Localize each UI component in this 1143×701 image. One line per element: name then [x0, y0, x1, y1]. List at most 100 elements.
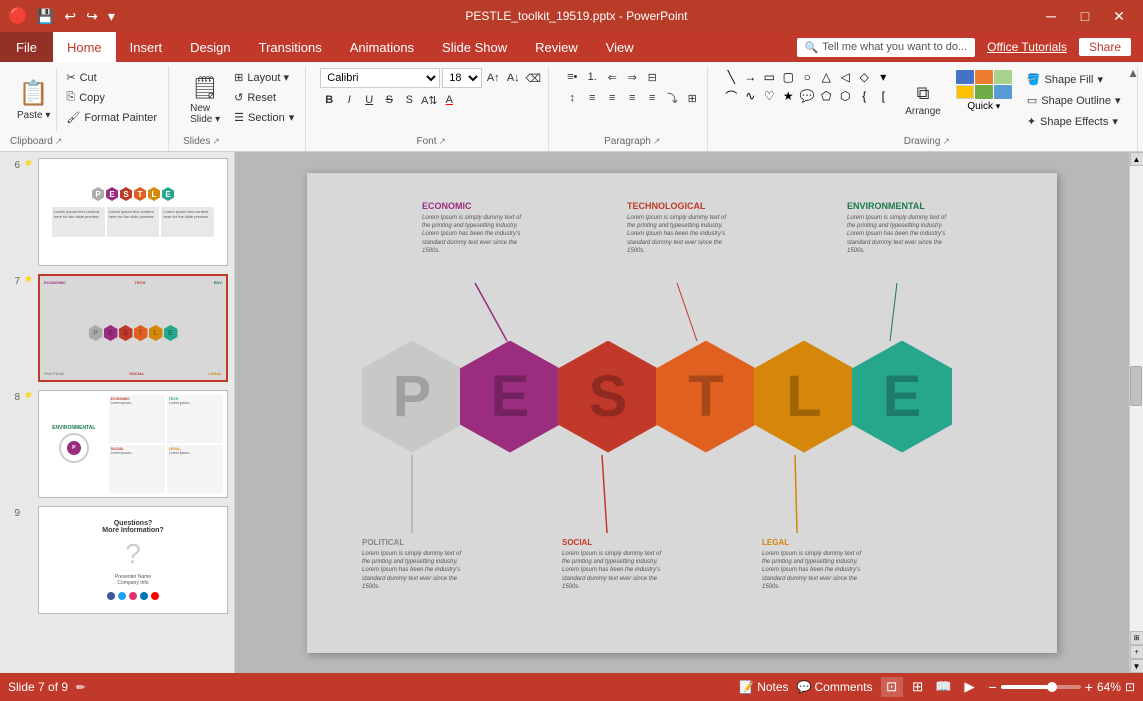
columns-button[interactable]: ⊟	[643, 68, 661, 86]
shape-rounded-rect[interactable]: ▢	[779, 68, 797, 86]
font-size-selector[interactable]: 18	[442, 68, 482, 88]
bold-button[interactable]: B	[320, 91, 338, 109]
shape-fill-button[interactable]: 🪣 Shape Fill ▾	[1020, 70, 1128, 89]
text-direction-button[interactable]: ⤵	[663, 89, 681, 107]
save-button[interactable]: 💾	[34, 6, 57, 27]
ribbon-collapse-button[interactable]: ▲	[1127, 66, 1139, 80]
layout-button[interactable]: ⊞ Layout ▾	[229, 68, 299, 87]
zoom-slider[interactable]	[1001, 685, 1081, 689]
decrease-font-button[interactable]: A↓	[504, 69, 522, 87]
bullets-button[interactable]: ≡•	[563, 68, 581, 86]
align-right-button[interactable]: ≡	[623, 89, 641, 107]
shape-rect[interactable]: ▭	[760, 68, 778, 86]
shape-triangle[interactable]: △	[817, 68, 835, 86]
redo-button[interactable]: ↪	[83, 6, 101, 27]
shape-bracket[interactable]: [	[874, 87, 892, 105]
character-spacing-button[interactable]: A⇅	[420, 91, 438, 109]
minimize-button[interactable]: ─	[1035, 0, 1067, 32]
shape-effects-button[interactable]: ✦ Shape Effects ▾	[1020, 112, 1128, 131]
slide-thumb-6[interactable]: 6 ★ P E S T L E Lorem ipsum text content…	[4, 156, 230, 268]
arrange-button[interactable]: ⧉ Arrange	[898, 68, 948, 132]
tab-view[interactable]: View	[592, 32, 648, 62]
shape-line[interactable]: ╲	[722, 68, 740, 86]
slide-thumb-7[interactable]: 7 ★ P E S T L E	[4, 272, 230, 384]
scroll-thumb[interactable]	[1130, 366, 1142, 406]
tab-home[interactable]: Home	[53, 32, 116, 62]
close-button[interactable]: ✕	[1103, 0, 1135, 32]
shape-diamond[interactable]: ◇	[855, 68, 873, 86]
shape-brace[interactable]: {	[855, 87, 873, 105]
italic-button[interactable]: I	[340, 91, 358, 109]
clear-format-button[interactable]: ⌫	[524, 69, 542, 87]
cut-button[interactable]: ✂ Cut	[61, 68, 162, 87]
share-button[interactable]: Share	[1079, 38, 1131, 56]
line-spacing-button[interactable]: ↕	[563, 89, 581, 107]
copy-button[interactable]: ⎘ Copy	[61, 88, 162, 107]
shape-freeform[interactable]: ∿	[741, 87, 759, 105]
convert-to-smart-art-button[interactable]: ⊞	[683, 89, 701, 107]
shape-oval[interactable]: ○	[798, 68, 816, 86]
paragraph-expand-icon[interactable]: ↗	[653, 136, 661, 147]
slide-canvas[interactable]: ECONOMIC Lorem Ipsum is simply dummy tex…	[307, 173, 1057, 653]
slide-thumb-8[interactable]: 8 ★ ENVIRONMENTAL P ECONOMICLorem ipsum.…	[4, 388, 230, 500]
zoom-out-button[interactable]: −	[989, 679, 997, 695]
comments-button[interactable]: 💬 Comments	[797, 680, 873, 694]
shape-star[interactable]: ★	[779, 87, 797, 105]
tab-animations[interactable]: Animations	[336, 32, 428, 62]
tab-review[interactable]: Review	[521, 32, 592, 62]
maximize-button[interactable]: □	[1069, 0, 1101, 32]
tell-me-input[interactable]: 🔍 Tell me what you want to do...	[797, 38, 976, 57]
reset-button[interactable]: ↺ Reset	[229, 88, 299, 107]
slide-sorter-button[interactable]: ⊞	[907, 677, 929, 697]
drawing-expand-icon[interactable]: ↗	[942, 136, 950, 147]
slide-thumb-9[interactable]: 9 Questions?More Information? ? Presente…	[4, 504, 230, 616]
slideshow-button[interactable]: ▶	[959, 677, 981, 697]
strikethrough-button[interactable]: S	[380, 91, 398, 109]
shape-hexagon[interactable]: ⬡	[836, 87, 854, 105]
underline-button[interactable]: U	[360, 91, 378, 109]
scroll-track[interactable]	[1130, 166, 1143, 631]
decrease-indent-button[interactable]: ⇐	[603, 68, 621, 86]
normal-view-button[interactable]: ⊡	[881, 677, 903, 697]
shape-callout[interactable]: 💬	[798, 87, 816, 105]
align-left-button[interactable]: ≡	[583, 89, 601, 107]
justify-button[interactable]: ≡	[643, 89, 661, 107]
scroll-up-button[interactable]: ▲	[1130, 152, 1143, 166]
scroll-down-button[interactable]: ▼	[1130, 659, 1143, 673]
reading-view-button[interactable]: 📖	[933, 677, 955, 697]
shape-heart[interactable]: ♡	[760, 87, 778, 105]
increase-font-button[interactable]: A↑	[484, 69, 502, 87]
shape-pentagon[interactable]: ⬠	[817, 87, 835, 105]
new-slide-button[interactable]: 🗒 NewSlide ▾	[183, 68, 227, 132]
shape-outline-button[interactable]: ▭ Shape Outline ▾	[1020, 91, 1128, 110]
font-name-selector[interactable]: Calibri	[320, 68, 440, 88]
slides-expand-icon[interactable]: ↗	[212, 136, 220, 147]
zoom-fit-button[interactable]: ⊞	[1130, 631, 1143, 645]
fit-slide-button[interactable]: ⊡	[1125, 680, 1135, 694]
tab-slideshow[interactable]: Slide Show	[428, 32, 521, 62]
shape-rtriangle[interactable]: ◁	[836, 68, 854, 86]
zoom-in-button[interactable]: +	[1085, 679, 1093, 695]
align-center-button[interactable]: ≡	[603, 89, 621, 107]
shape-curve[interactable]: ⌒	[722, 87, 740, 105]
clipboard-expand-icon[interactable]: ↗	[55, 136, 63, 147]
shape-arrow[interactable]: →	[741, 68, 759, 86]
tab-transitions[interactable]: Transitions	[245, 32, 336, 62]
file-menu[interactable]: File	[0, 32, 53, 62]
notes-button[interactable]: 📝 Notes	[739, 680, 788, 694]
section-button[interactable]: ☰ Section ▾	[229, 108, 299, 127]
font-color-button[interactable]: A	[440, 91, 458, 109]
paste-button[interactable]: 📋 Paste ▾	[10, 68, 57, 132]
format-painter-button[interactable]: 🖌 Format Painter	[61, 108, 162, 127]
numbering-button[interactable]: 1.	[583, 68, 601, 86]
increase-indent-button[interactable]: ⇒	[623, 68, 641, 86]
undo-button[interactable]: ↩	[61, 6, 79, 27]
tab-insert[interactable]: Insert	[116, 32, 177, 62]
shape-more[interactable]: ▾	[874, 68, 892, 86]
zoom-in-small-button[interactable]: +	[1130, 645, 1143, 659]
tab-design[interactable]: Design	[176, 32, 244, 62]
office-tutorials-link[interactable]: Office Tutorials	[987, 40, 1067, 54]
customize-button[interactable]: ▾	[105, 6, 118, 27]
font-expand-icon[interactable]: ↗	[438, 136, 446, 147]
shadow-button[interactable]: S	[400, 91, 418, 109]
